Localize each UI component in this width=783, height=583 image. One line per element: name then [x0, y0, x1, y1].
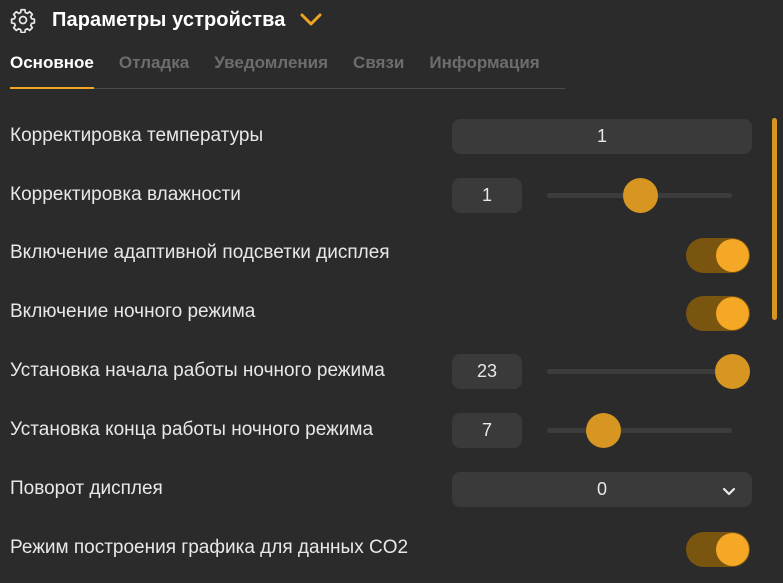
toggle-knob — [716, 297, 749, 330]
slider-track — [547, 369, 732, 374]
slider-thumb[interactable] — [586, 413, 621, 448]
tab-bar: Основное Отладка Уведомления Связи Инфор… — [10, 50, 565, 89]
display-rotation-value: 0 — [596, 479, 607, 499]
tab-links[interactable]: Связи — [353, 50, 404, 85]
display-rotation-label: Поворот дисплея — [10, 478, 163, 499]
co2-graph-mode-toggle[interactable] — [686, 532, 750, 567]
display-rotation-select[interactable]: 0 — [452, 472, 752, 507]
humidity-correction-slider[interactable] — [547, 178, 732, 213]
night-start-input[interactable]: 23 — [452, 354, 522, 389]
scrollbar[interactable] — [772, 118, 777, 320]
page-title: Параметры устройства — [52, 8, 286, 31]
night-start-slider[interactable] — [547, 354, 750, 389]
night-start-label: Установка начала работы ночного режима — [10, 360, 385, 381]
adaptive-backlight-toggle[interactable] — [686, 238, 750, 273]
tab-main[interactable]: Основное — [10, 50, 94, 89]
humidity-correction-input[interactable]: 1 — [452, 178, 522, 213]
tab-info[interactable]: Информация — [429, 50, 539, 85]
panel-header: Параметры устройства — [10, 6, 323, 34]
night-end-slider[interactable] — [547, 413, 732, 448]
device-settings-panel: Параметры устройства Основное Отладка Ув… — [0, 0, 783, 583]
night-end-input[interactable]: 7 — [452, 413, 522, 448]
night-mode-label: Включение ночного режима — [10, 301, 256, 322]
humidity-correction-label: Корректировка влажности — [10, 184, 241, 205]
tab-debug[interactable]: Отладка — [119, 50, 189, 85]
toggle-knob — [716, 533, 749, 566]
chevron-down-icon — [722, 483, 736, 497]
co2-graph-mode-label: Режим построения графика для данных CO2 — [10, 537, 409, 558]
chevron-down-icon[interactable] — [299, 8, 323, 32]
temp-correction-label: Корректировка температуры — [10, 125, 264, 146]
night-end-label: Установка конца работы ночного режима — [10, 419, 374, 440]
slider-thumb[interactable] — [623, 178, 658, 213]
toggle-knob — [716, 239, 749, 272]
temp-correction-input[interactable]: 1 — [452, 119, 752, 154]
slider-thumb[interactable] — [715, 354, 750, 389]
adaptive-backlight-label: Включение адаптивной подсветки дисплея — [10, 242, 390, 263]
night-mode-toggle[interactable] — [686, 296, 750, 331]
gear-icon[interactable] — [10, 7, 36, 33]
tab-notifications[interactable]: Уведомления — [214, 50, 328, 85]
slider-track — [547, 428, 732, 433]
